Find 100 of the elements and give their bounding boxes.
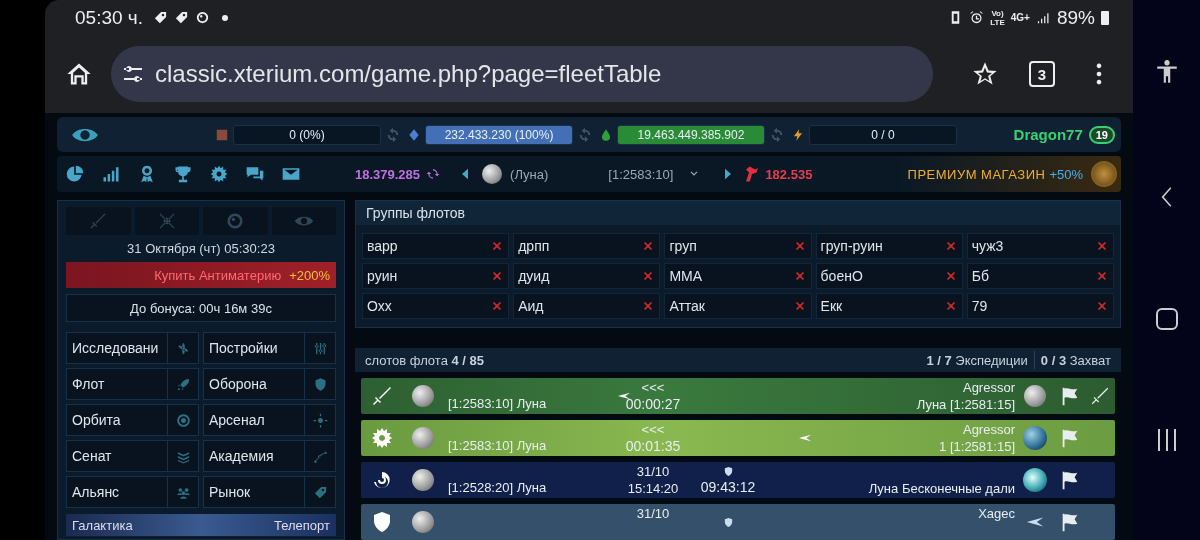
origin-location: [1:2583:10] Луна	[448, 438, 547, 453]
close-icon[interactable]	[1095, 239, 1109, 253]
menu-item[interactable]: Арсенал	[203, 404, 336, 436]
trophy-icon[interactable]	[173, 164, 193, 184]
rocket-icon	[175, 376, 191, 392]
resource-value: 19.463.449.385.902	[637, 127, 745, 142]
sliders-icon	[312, 340, 328, 356]
menu-item[interactable]: Галактика	[72, 517, 133, 533]
fleet-group-item[interactable]: груп-руин	[815, 233, 963, 259]
buy-antimatter-button[interactable]: Купить Антиматерию +200%	[66, 262, 336, 288]
volte-indicator: Vo) LTE	[990, 8, 1005, 27]
medal-icon	[1091, 161, 1117, 187]
direction-arrows: <<<	[641, 422, 665, 437]
menu-item[interactable]: Телепорт	[274, 517, 330, 533]
chat-icon[interactable]	[245, 164, 265, 184]
menu-item[interactable]: Флот	[66, 368, 199, 400]
menu-item[interactable]: Оборона	[203, 368, 336, 400]
fleet-group-item[interactable]: руин	[362, 263, 510, 289]
arrival-date: 31/10	[636, 464, 670, 479]
fleet-group-item[interactable]: 79	[966, 293, 1114, 319]
target-owner: Agressor	[962, 422, 1015, 437]
panel-title: Группы флотов	[356, 201, 1120, 225]
sword-icon[interactable]	[1089, 385, 1111, 407]
planet-name[interactable]: (Луна)	[510, 166, 549, 182]
moon-icon	[412, 427, 434, 449]
fleet-group-item[interactable]: дрпп	[513, 233, 661, 259]
more-notifications-icon	[222, 14, 228, 21]
crystal-icon	[407, 127, 421, 142]
moon-icon	[482, 164, 503, 184]
target-location: Луна Бесконечные дали	[868, 481, 1015, 496]
exchange-icon[interactable]	[426, 167, 441, 181]
menu-item[interactable]: Орбита	[66, 404, 199, 436]
fleet-group-item[interactable]: ММА	[664, 263, 812, 289]
target-location: 1 [1:2581:15]	[939, 439, 1015, 454]
fleet-group-item[interactable]: боенО	[815, 263, 963, 289]
clock-time: 05:30 ч.	[75, 6, 143, 29]
bars-icon[interactable]	[101, 164, 121, 184]
sun-icon	[312, 412, 328, 428]
box-icon	[215, 127, 229, 142]
galaxy-banner[interactable]: Галактика Телепорт	[66, 514, 336, 536]
fleet-group-item[interactable]: Аттак	[664, 293, 812, 319]
address-bar[interactable]: classic.xterium.com/game.php?page=fleetTable	[111, 46, 933, 102]
network-type: 4G+	[1010, 12, 1030, 23]
fleet-slots-count: слотов флота 4 / 85	[365, 352, 484, 368]
planet-coordinates[interactable]: [1:2583:10]	[608, 166, 674, 182]
energy-icon	[791, 127, 805, 142]
alarm-icon	[969, 10, 985, 25]
url-text: classic.xterium.com/game.php?page=fleetTable	[155, 60, 662, 88]
fleet-group-item[interactable]: дуид	[513, 263, 661, 289]
fleet-row[interactable]: [1:2528:20] Луна 31/10 15:14:20 09:43:12 Луна Бесконечные дали	[361, 462, 1115, 498]
fleet-group-item[interactable]: Бб	[966, 263, 1114, 289]
battery-icon	[1101, 10, 1109, 25]
fleet-points: 182.535	[765, 166, 813, 182]
player-name[interactable]: Dragon77	[1013, 126, 1083, 143]
resource-value: 0 / 0	[871, 127, 895, 142]
arrival-date: 31/10	[636, 506, 670, 521]
origin-location: [1:2583:10] Луна	[448, 396, 547, 411]
direction-arrows: <<<	[641, 380, 665, 395]
target-location: Луна [1:2581:15]	[916, 397, 1015, 412]
gear-icon[interactable]	[209, 164, 229, 184]
menu-item[interactable]: Альянс	[66, 476, 199, 508]
pie-icon[interactable]	[65, 164, 85, 184]
planet-icon	[1023, 468, 1047, 492]
origin-location: [1:2528:20] Луна	[448, 480, 547, 495]
fleet-group-item[interactable]: чуж3	[966, 233, 1114, 259]
home-button[interactable]	[1155, 308, 1178, 331]
fleet-group-item[interactable]: варр	[362, 233, 510, 259]
fleet-row[interactable]: 31/10 Xagec	[361, 504, 1115, 540]
menu-item[interactable]: Рынок	[203, 476, 336, 508]
signal-icon	[1035, 10, 1051, 25]
battery-percent: 89%	[1056, 6, 1095, 29]
fleet-group-item[interactable]: Екк	[815, 293, 963, 319]
resource-value: 0 (0%)	[289, 127, 325, 142]
fleet-group-item[interactable]: Аид	[513, 293, 661, 319]
target-icon	[175, 412, 191, 428]
tab-count-button[interactable]: 3	[1029, 61, 1055, 87]
fleet-group-item[interactable]: груп	[664, 233, 812, 259]
bonus-timer: До бонуса: 00ч 16м 39с	[66, 294, 336, 322]
moon-icon	[1024, 385, 1046, 407]
close-icon[interactable]	[1095, 299, 1109, 313]
tag-icon	[312, 484, 328, 500]
app-notification-icon	[195, 10, 210, 25]
server-date: 31 Октября (чт) 05:30:23	[126, 241, 276, 256]
menu-item[interactable]: Исследовани	[66, 332, 199, 364]
fleet-row[interactable]: [1:2583:10] Луна <<< 00:00:27 Agressor Луна [1:2581:15]	[361, 378, 1115, 414]
expeditions-count: 1 / 7 Экспедиции	[926, 352, 1028, 368]
app-notification-icon	[153, 10, 168, 25]
moon-icon	[412, 469, 434, 491]
planet-icon	[1023, 426, 1047, 450]
fleet-group-item[interactable]: Охх	[362, 293, 510, 319]
menu-item[interactable]: Постройки	[203, 332, 336, 364]
close-icon[interactable]	[1095, 269, 1109, 283]
target-owner: Xagec	[978, 506, 1015, 521]
gear-icon	[370, 426, 394, 450]
small-shield-icon	[722, 465, 734, 477]
small-shield-icon	[722, 516, 734, 528]
recent-apps-button[interactable]	[1157, 428, 1176, 451]
countdown-timer: 00:00:27	[625, 396, 681, 412]
menu-item[interactable]: Академия	[203, 440, 336, 472]
menu-item[interactable]: Сенат	[66, 440, 199, 472]
